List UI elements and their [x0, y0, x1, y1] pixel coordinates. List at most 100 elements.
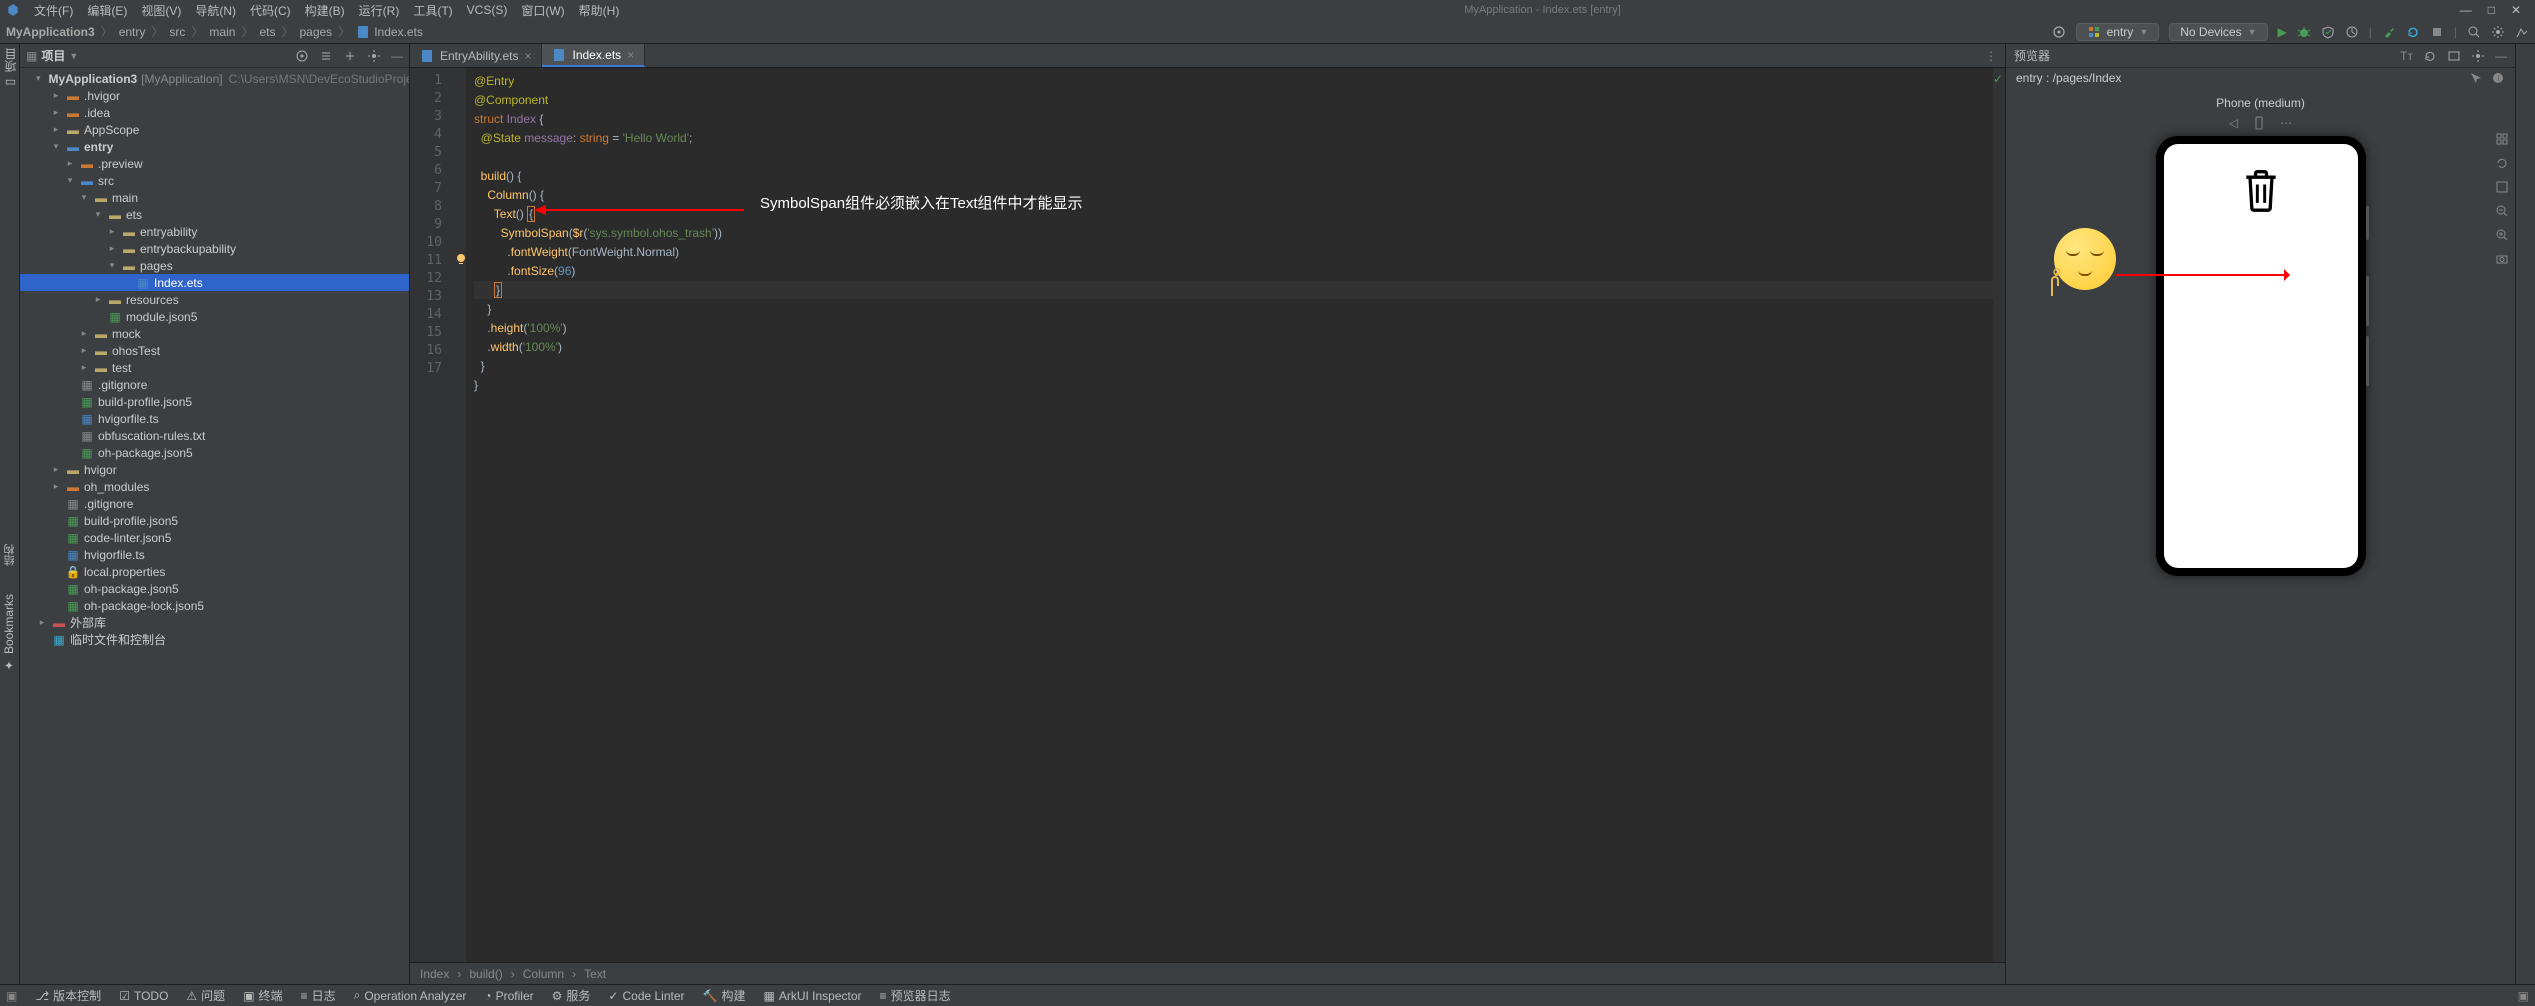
tree-node[interactable]: ▸▬entrybackupability	[20, 240, 409, 257]
minimize-icon[interactable]: —	[2460, 3, 2472, 17]
intention-bulb-icon[interactable]	[454, 252, 468, 266]
tree-node[interactable]: ▸▬mock	[20, 325, 409, 342]
tree-node[interactable]: ▦oh-package.json5	[20, 444, 409, 461]
toolwindow-project-tab[interactable]: ▭ 项目	[2, 48, 19, 90]
breadcrumb-ets[interactable]: ets	[259, 25, 275, 39]
sb-code-linter[interactable]: ✓ Code Linter	[608, 989, 684, 1003]
project-tree[interactable]: ▾MyApplication3[MyApplication]C:\Users\M…	[20, 68, 409, 984]
tree-node[interactable]: ▸▬.idea	[20, 104, 409, 121]
stop-icon[interactable]	[2430, 25, 2444, 39]
maximize-icon[interactable]: □	[2488, 3, 2495, 17]
tree-node[interactable]: ▦oh-package.json5	[20, 580, 409, 597]
sb-arkui-inspector[interactable]: ▦ ArkUI Inspector	[764, 989, 862, 1003]
tree-node[interactable]: ▸▬.hvigor	[20, 87, 409, 104]
sb-todo[interactable]: ☑ TODO	[119, 989, 168, 1003]
breadcrumb-entry[interactable]: entry	[119, 25, 146, 39]
menu-window[interactable]: 窗口(W)	[515, 0, 570, 21]
menu-build[interactable]: 构建(B)	[299, 0, 351, 21]
menu-help[interactable]: 帮助(H)	[573, 0, 626, 21]
sb-op-analyzer[interactable]: ⌕ Operation Analyzer	[354, 988, 467, 1003]
tree-scratch[interactable]: ▦临时文件和控制台	[20, 631, 409, 648]
refresh-icon[interactable]	[2423, 49, 2437, 63]
expand-all-icon[interactable]	[319, 49, 333, 63]
tree-node[interactable]: ▾▬main	[20, 189, 409, 206]
sb-notifications-icon[interactable]: ▣	[2518, 989, 2529, 1003]
sb-profiler[interactable]: ◔ Profiler	[484, 989, 533, 1003]
tree-node[interactable]: 🔒local.properties	[20, 563, 409, 580]
error-stripe[interactable]: ✓	[1993, 68, 2005, 962]
menu-edit[interactable]: 编辑(E)	[81, 0, 133, 21]
menu-navigate[interactable]: 导航(N)	[189, 0, 242, 21]
screenshot-icon[interactable]	[2495, 252, 2509, 266]
close-icon[interactable]: ✕	[2511, 3, 2521, 17]
preview-toggle-icon[interactable]	[2447, 49, 2461, 63]
sync-icon[interactable]	[2406, 25, 2420, 39]
tree-node[interactable]: ▾▬ets	[20, 206, 409, 223]
hide-panel-icon[interactable]: —	[391, 49, 403, 63]
tab-index[interactable]: Index.ets×	[542, 44, 645, 67]
breadcrumb-pages[interactable]: pages	[299, 25, 332, 39]
dark-mode-icon[interactable]	[2491, 71, 2505, 85]
tree-entry[interactable]: ▾▬entry	[20, 138, 409, 155]
toolbar-search-icon[interactable]	[2467, 25, 2481, 39]
run-module-selector[interactable]: entry ▼	[2076, 23, 2160, 41]
tree-node[interactable]: ▸▬.preview	[20, 155, 409, 172]
tree-node[interactable]: ▦oh-package-lock.json5	[20, 597, 409, 614]
settings-icon[interactable]	[2491, 25, 2505, 39]
menu-code[interactable]: 代码(C)	[244, 0, 297, 21]
preview-hide-icon[interactable]: —	[2495, 49, 2507, 63]
device-selector[interactable]: No Devices ▼	[2169, 23, 2267, 41]
fit-icon[interactable]	[2495, 180, 2509, 194]
sb-services[interactable]: ⚙ 服务	[552, 987, 591, 1004]
hide-toolwindows-icon[interactable]: ▣	[6, 989, 17, 1003]
tree-node[interactable]: ▸▬oh_modules	[20, 478, 409, 495]
preview-settings-icon[interactable]	[2471, 49, 2485, 63]
tree-node[interactable]: ▸▬test	[20, 359, 409, 376]
tree-node[interactable]: ▦module.json5	[20, 308, 409, 325]
device-type-icon[interactable]	[2252, 116, 2266, 130]
tree-node[interactable]: ▦.gitignore	[20, 376, 409, 393]
tree-node[interactable]: ▦obfuscation-rules.txt	[20, 427, 409, 444]
close-tab-icon[interactable]: ×	[627, 48, 634, 62]
tree-node[interactable]: ▸▬resources	[20, 291, 409, 308]
menu-tools[interactable]: 工具(T)	[407, 0, 458, 21]
tree-node[interactable]: ▸▬hvigor	[20, 461, 409, 478]
tree-node[interactable]: ▸▬AppScope	[20, 121, 409, 138]
coverage-icon[interactable]	[2321, 25, 2335, 39]
font-size-icon[interactable]: Tᴛ	[2400, 49, 2413, 63]
menu-run[interactable]: 运行(R)	[353, 0, 406, 21]
grid-icon[interactable]	[2495, 132, 2509, 146]
tree-node[interactable]: ▦build-profile.json5	[20, 512, 409, 529]
sb-problems[interactable]: ⚠ 问题	[186, 987, 225, 1004]
rotate-icon[interactable]	[2495, 156, 2509, 170]
tab-entryability[interactable]: EntryAbility.ets×	[410, 44, 542, 67]
tree-node[interactable]: ▾▬pages	[20, 257, 409, 274]
sb-vcs[interactable]: ⎇ 版本控制	[35, 987, 101, 1004]
run-icon[interactable]: ▶	[2278, 25, 2287, 39]
tree-node[interactable]: ▦hvigorfile.ts	[20, 546, 409, 563]
close-tab-icon[interactable]: ×	[524, 49, 531, 63]
target-icon[interactable]	[2052, 25, 2066, 39]
menu-vcs[interactable]: VCS(S)	[461, 1, 514, 19]
editor[interactable]: 1234567891011121314151617 @Entry @Compon…	[410, 68, 2005, 962]
breadcrumb-file[interactable]: Index.ets	[374, 25, 423, 39]
panel-settings-icon[interactable]	[367, 49, 381, 63]
crumb[interactable]: Text	[584, 967, 606, 981]
prev-device-icon[interactable]: ◁	[2229, 116, 2238, 130]
breadcrumb-src[interactable]: src	[169, 25, 185, 39]
inspector-icon[interactable]	[2469, 71, 2483, 85]
tree-index-ets[interactable]: ▦Index.ets	[20, 274, 409, 291]
collapse-all-icon[interactable]	[343, 49, 357, 63]
build-hammer-icon[interactable]	[2382, 25, 2396, 39]
debug-icon[interactable]	[2297, 25, 2311, 39]
sb-build[interactable]: 🔨 构建	[703, 987, 746, 1004]
tree-node[interactable]: ▸▬entryability	[20, 223, 409, 240]
menu-file[interactable]: 文件(F)	[28, 0, 79, 21]
code-text[interactable]: @Entry @Component struct Index { @State …	[466, 68, 2005, 962]
diagnostic-icon[interactable]	[2515, 25, 2529, 39]
crumb[interactable]: Column	[523, 967, 564, 981]
zoom-out-icon[interactable]	[2495, 204, 2509, 218]
tree-node[interactable]: ▦code-linter.json5	[20, 529, 409, 546]
tree-node[interactable]: ▾▬src	[20, 172, 409, 189]
tree-root[interactable]: ▾MyApplication3[MyApplication]C:\Users\M…	[20, 70, 409, 87]
